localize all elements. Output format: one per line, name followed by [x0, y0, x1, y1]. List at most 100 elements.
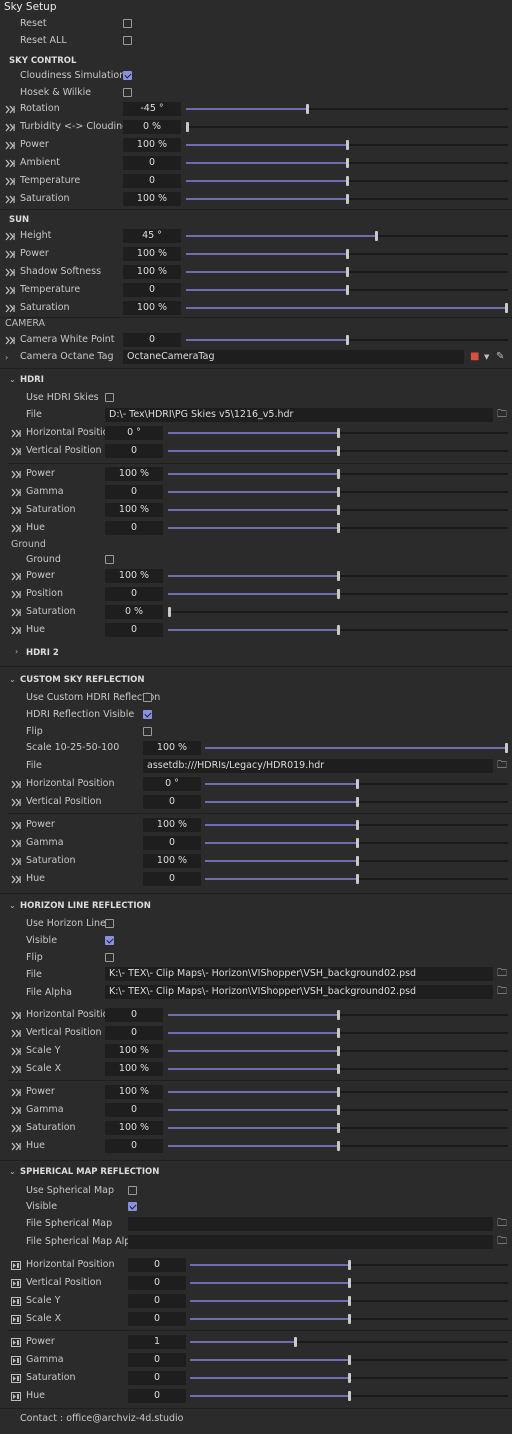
smr-a-vertical-position-value[interactable]: 0: [128, 1276, 186, 1290]
slider-handle[interactable]: [337, 1046, 340, 1056]
sun-height-value[interactable]: 45 °: [123, 229, 181, 243]
hlr-a-vertical-position-slider[interactable]: [168, 1028, 508, 1038]
keyframe-icon[interactable]: [5, 123, 15, 132]
ground-saturation-slider[interactable]: [168, 607, 508, 617]
slider-handle[interactable]: [348, 1260, 351, 1270]
reset-all-checkbox[interactable]: [123, 36, 132, 45]
hdri2-header[interactable]: HDRI 2: [26, 647, 59, 659]
smr-b-hue-slider[interactable]: [190, 1391, 508, 1401]
hdri-b-gamma-slider[interactable]: [168, 487, 508, 497]
sky-turbidity-cloudiness-value[interactable]: 0 %: [123, 120, 181, 134]
slider-handle[interactable]: [348, 1278, 351, 1288]
slider-handle[interactable]: [346, 140, 349, 150]
sky-temperature-slider[interactable]: [186, 176, 508, 186]
keyframe-icon[interactable]: [11, 626, 21, 635]
hlr-a-horizontal-position-slider[interactable]: [168, 1010, 508, 1020]
hlr-file-alpha-field[interactable]: K:\- TEX\- Clip Maps\- Horizon\VIShopper…: [105, 985, 493, 999]
hlr-b-gamma-slider[interactable]: [168, 1105, 508, 1115]
slider-handle[interactable]: [346, 285, 349, 295]
slider-handle[interactable]: [348, 1355, 351, 1365]
hdri-b-gamma-value[interactable]: 0: [105, 485, 163, 499]
hlr-flip-checkbox[interactable]: [105, 953, 114, 962]
slider-handle[interactable]: [348, 1391, 351, 1401]
sun-saturation-slider[interactable]: [186, 303, 508, 313]
keyframe-icon[interactable]: [11, 821, 21, 830]
keyframe-icon[interactable]: [11, 1315, 21, 1324]
keyframe-icon[interactable]: [11, 1374, 21, 1383]
keyframe-icon[interactable]: [11, 1106, 21, 1115]
csr-a-horizontal-position-slider[interactable]: [205, 779, 508, 789]
hlr-b-hue-slider[interactable]: [168, 1141, 508, 1151]
smr-header[interactable]: SPHERICAL MAP REFLECTION: [20, 1166, 159, 1178]
keyframe-icon[interactable]: [11, 608, 21, 617]
smr-b-gamma-value[interactable]: 0: [128, 1353, 186, 1367]
camera-octane-tag-field[interactable]: OctaneCameraTag: [123, 350, 464, 364]
slider-handle[interactable]: [346, 249, 349, 259]
keyframe-icon[interactable]: [11, 839, 21, 848]
hlr-b-power-value[interactable]: 100 %: [105, 1085, 163, 1099]
keyframe-icon[interactable]: [11, 590, 21, 599]
hlr-a-scale-y-value[interactable]: 100 %: [105, 1044, 163, 1058]
slider-handle[interactable]: [337, 1064, 340, 1074]
hdri-a-horizontal-position-value[interactable]: 0 °: [105, 426, 163, 440]
folder-icon[interactable]: 🗀: [497, 1218, 507, 1230]
sky-rotation-value[interactable]: -45 °: [123, 102, 181, 116]
sun-shadow-softness-slider[interactable]: [186, 267, 508, 277]
slider-handle[interactable]: [306, 104, 309, 114]
camera-tag-expand-icon[interactable]: ›: [5, 353, 8, 363]
keyframe-icon[interactable]: [11, 488, 21, 497]
folder-icon[interactable]: 🗀: [497, 760, 507, 772]
smr-visible-checkbox[interactable]: [128, 1202, 137, 1211]
keyframe-icon[interactable]: [5, 286, 15, 295]
keyframe-icon[interactable]: [5, 336, 15, 345]
slider-handle[interactable]: [348, 1373, 351, 1383]
use-horizon-line-checkbox[interactable]: [105, 919, 114, 928]
slider-handle[interactable]: [337, 1028, 340, 1038]
slider-handle[interactable]: [505, 303, 508, 313]
hlr-b-hue-value[interactable]: 0: [105, 1139, 163, 1153]
hdri-collapse-icon[interactable]: ⌄: [9, 375, 16, 385]
keyframe-icon[interactable]: [11, 798, 21, 807]
smr-a-scale-x-slider[interactable]: [190, 1314, 508, 1324]
csr-a-horizontal-position-value[interactable]: 0 °: [143, 777, 201, 791]
csr-header[interactable]: CUSTOM SKY REFLECTION: [20, 674, 144, 686]
sun-power-slider[interactable]: [186, 249, 508, 259]
hlr-a-scale-x-value[interactable]: 100 %: [105, 1062, 163, 1076]
keyframe-icon[interactable]: [11, 1124, 21, 1133]
csr-a-vertical-position-value[interactable]: 0: [143, 795, 201, 809]
sun-temperature-value[interactable]: 0: [123, 283, 181, 297]
smr-b-saturation-value[interactable]: 0: [128, 1371, 186, 1385]
csr-scale-scale-10-25-50-100-value[interactable]: 100 %: [143, 741, 201, 755]
sky-rotation-slider[interactable]: [186, 104, 508, 114]
csr-b-power-value[interactable]: 100 %: [143, 818, 201, 832]
sun-height-slider[interactable]: [186, 231, 508, 241]
keyframe-icon[interactable]: [11, 1279, 21, 1288]
slider-handle[interactable]: [356, 797, 359, 807]
csr-b-hue-slider[interactable]: [205, 874, 508, 884]
slider-handle[interactable]: [337, 1123, 340, 1133]
keyframe-icon[interactable]: [11, 857, 21, 866]
hlr-b-saturation-value[interactable]: 100 %: [105, 1121, 163, 1135]
hdri-a-vertical-position-slider[interactable]: [168, 446, 508, 456]
keyframe-icon[interactable]: [11, 1392, 21, 1401]
keyframe-icon[interactable]: [5, 250, 15, 259]
csr-scale-scale-10-25-50-100-slider[interactable]: [205, 743, 508, 753]
slider-handle[interactable]: [337, 571, 340, 581]
sky-power-slider[interactable]: [186, 140, 508, 150]
smr-file-alpha-field[interactable]: [128, 1235, 493, 1249]
slider-handle[interactable]: [337, 487, 340, 497]
cloudiness-simulation-checkbox[interactable]: [123, 71, 132, 80]
keyframe-icon[interactable]: [11, 447, 21, 456]
reset-checkbox[interactable]: [123, 19, 132, 28]
smr-a-horizontal-position-value[interactable]: 0: [128, 1258, 186, 1272]
slider-handle[interactable]: [346, 335, 349, 345]
keyframe-icon[interactable]: [5, 159, 15, 168]
use-custom-hdri-checkbox[interactable]: [143, 693, 152, 702]
keyframe-icon[interactable]: [11, 1261, 21, 1270]
keyframe-icon[interactable]: [11, 1047, 21, 1056]
hdri-b-power-slider[interactable]: [168, 469, 508, 479]
keyframe-icon[interactable]: [11, 1065, 21, 1074]
slider-handle[interactable]: [346, 158, 349, 168]
hosek-wilkie-checkbox[interactable]: [123, 88, 132, 97]
smr-file-field[interactable]: [128, 1217, 493, 1231]
